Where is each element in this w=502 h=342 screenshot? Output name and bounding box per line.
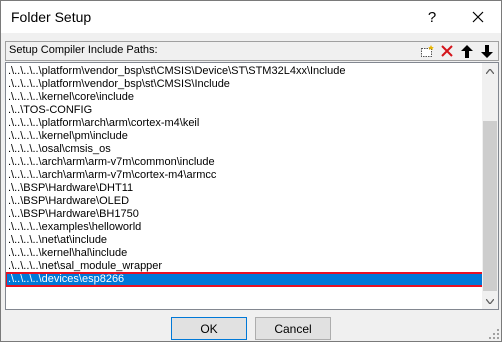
- chevron-down-icon: [486, 298, 494, 304]
- scroll-down-button[interactable]: [482, 293, 498, 309]
- delete-button[interactable]: [438, 43, 456, 59]
- new-folder-icon: [421, 44, 434, 57]
- folder-setup-dialog: Folder Setup ? Setup Compiler Include Pa…: [0, 0, 502, 342]
- path-row[interactable]: .\..\..\..\kernel\pm\include: [6, 130, 483, 143]
- path-row[interactable]: .\..\..\..\net\at\include: [6, 234, 483, 247]
- path-row[interactable]: .\..\TOS-CONFIG: [6, 104, 483, 117]
- close-icon: [472, 11, 484, 23]
- scroll-up-button[interactable]: [482, 63, 498, 79]
- move-up-icon: [461, 44, 473, 58]
- new-folder-button[interactable]: [418, 43, 436, 59]
- include-paths-header: Setup Compiler Include Paths:: [5, 41, 499, 61]
- delete-icon: [441, 45, 453, 57]
- move-down-icon: [481, 44, 493, 58]
- path-row[interactable]: .\..\..\..\platform\vendor_bsp\st\CMSIS\…: [6, 78, 483, 91]
- path-row-selected[interactable]: .\..\..\..\devices\esp8266: [6, 272, 484, 287]
- path-row[interactable]: .\..\..\..\platform\arch\arm\cortex-m4\k…: [6, 117, 483, 130]
- resize-grip-icon[interactable]: [489, 329, 499, 339]
- path-row[interactable]: .\..\..\..\platform\vendor_bsp\st\CMSIS\…: [6, 65, 483, 78]
- move-down-button[interactable]: [478, 43, 496, 59]
- title-bar: Folder Setup ?: [1, 1, 501, 33]
- chevron-up-icon: [486, 68, 494, 74]
- path-row[interactable]: .\..\BSP\Hardware\DHT11: [6, 182, 483, 195]
- cancel-button[interactable]: Cancel: [255, 317, 331, 340]
- dialog-title: Folder Setup: [11, 9, 92, 25]
- include-paths-label: Setup Compiler Include Paths:: [9, 44, 158, 56]
- path-row[interactable]: .\..\..\..\examples\helloworld: [6, 221, 483, 234]
- path-row[interactable]: .\..\..\..\kernel\core\include: [6, 91, 483, 104]
- path-row[interactable]: .\..\..\..\net\sal_module_wrapper: [6, 260, 483, 273]
- path-row[interactable]: .\..\BSP\Hardware\OLED: [6, 195, 483, 208]
- vertical-scrollbar[interactable]: [482, 63, 498, 309]
- path-row[interactable]: .\..\..\..\arch\arm\arm-v7m\cortex-m4\ar…: [6, 169, 483, 182]
- path-row[interactable]: .\..\BSP\Hardware\BH1750: [6, 208, 483, 221]
- ok-button[interactable]: OK: [171, 317, 247, 340]
- path-row[interactable]: .\..\..\..\arch\arm\arm-v7m\common\inclu…: [6, 156, 483, 169]
- path-row[interactable]: .\..\..\..\kernel\hal\include: [6, 247, 483, 260]
- scroll-thumb[interactable]: [483, 121, 497, 291]
- close-button[interactable]: [455, 1, 501, 33]
- path-rows: .\..\..\..\platform\vendor_bsp\st\CMSIS\…: [6, 65, 484, 287]
- help-button[interactable]: ?: [409, 1, 455, 33]
- path-row[interactable]: .\..\..\..\osal\cmsis_os: [6, 143, 483, 156]
- move-up-button[interactable]: [458, 43, 476, 59]
- include-paths-list[interactable]: .\..\..\..\platform\vendor_bsp\st\CMSIS\…: [5, 62, 499, 310]
